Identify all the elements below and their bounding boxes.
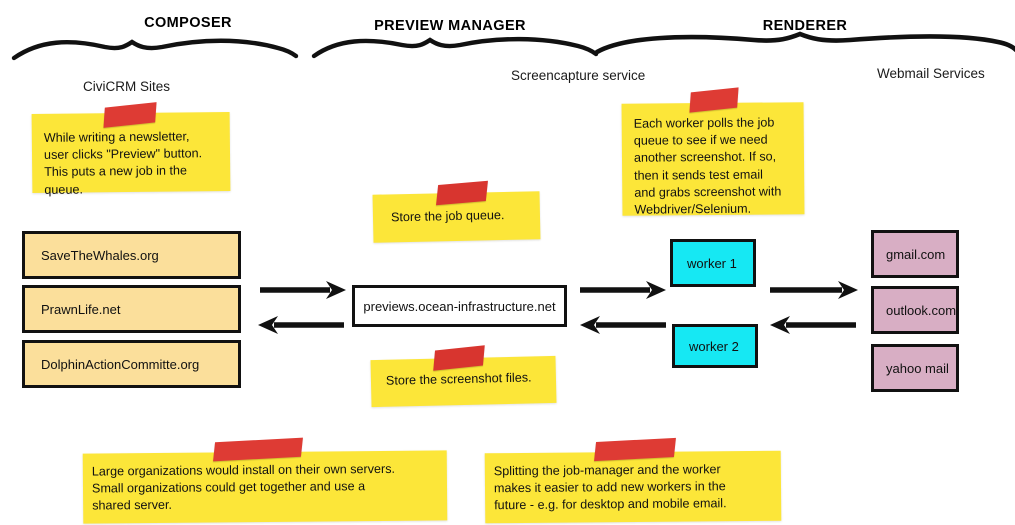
preview-server-label: previews.ocean-infrastructure.net xyxy=(363,298,556,314)
site-box-dolphinaction-label: DolphinActionCommitte.org xyxy=(41,356,200,372)
webmail-box-outlook-label: outlook.com xyxy=(886,302,957,318)
site-box-savethewhales[interactable]: SaveTheWhales.org xyxy=(22,231,241,279)
diagram-canvas: COMPOSER PREVIEW MANAGER RENDERER CiviCR… xyxy=(0,0,1015,525)
sticky-note-splitting-text: Splitting the job-manager and the worker… xyxy=(493,462,727,513)
webmail-box-yahoo-label: yahoo mail xyxy=(886,360,949,376)
sticky-note-hosting: Large organizations would install on the… xyxy=(82,450,448,524)
worker-box-2-label: worker 2 xyxy=(689,338,739,354)
arrow-server-to-sites xyxy=(258,316,344,334)
arrow-webmail-to-workers xyxy=(770,316,856,334)
arrow-server-to-workers xyxy=(580,281,666,299)
arrow-workers-to-server xyxy=(580,316,666,334)
arrow-workers-to-webmail xyxy=(770,281,858,299)
sub-label-screencapture-service: Screencapture service xyxy=(511,68,646,83)
sub-label-civicrm-sites: CiviCRM Sites xyxy=(83,79,171,94)
section-title-composer: COMPOSER xyxy=(144,15,232,31)
preview-server-box[interactable]: previews.ocean-infrastructure.net xyxy=(352,285,567,327)
worker-box-2[interactable]: worker 2 xyxy=(672,324,758,368)
site-box-dolphinaction[interactable]: DolphinActionCommitte.org xyxy=(22,340,241,388)
webmail-box-outlook[interactable]: outlook.com xyxy=(871,286,959,334)
section-title-renderer: RENDERER xyxy=(762,18,848,34)
sticky-note-hosting-text: Large organizations would install on the… xyxy=(91,461,396,513)
section-title-preview-manager: PREVIEW MANAGER xyxy=(374,18,526,34)
worker-box-1[interactable]: worker 1 xyxy=(670,239,756,287)
brace-composer xyxy=(11,38,299,61)
site-box-savethewhales-label: SaveTheWhales.org xyxy=(41,247,159,263)
site-box-prawnlife[interactable]: PrawnLife.net xyxy=(22,285,241,333)
sticky-note-composer-text: While writing a newsletter, user clicks … xyxy=(43,129,203,197)
arrow-sites-to-server xyxy=(260,281,346,299)
site-box-prawnlife-label: PrawnLife.net xyxy=(41,301,121,317)
worker-box-1-label: worker 1 xyxy=(687,255,737,271)
sticky-note-worker: Each worker polls the job queue to see i… xyxy=(621,102,805,217)
webmail-box-gmail[interactable]: gmail.com xyxy=(871,230,959,278)
webmail-box-gmail-label: gmail.com xyxy=(886,246,946,262)
webmail-box-yahoo[interactable]: yahoo mail xyxy=(871,344,959,392)
sticky-note-splitting: Splitting the job-manager and the worker… xyxy=(484,450,782,524)
sticky-note-worker-text: Each worker polls the job queue to see i… xyxy=(633,115,782,217)
brace-preview-manager xyxy=(311,36,599,59)
sub-label-webmail-services: Webmail Services xyxy=(877,66,985,81)
